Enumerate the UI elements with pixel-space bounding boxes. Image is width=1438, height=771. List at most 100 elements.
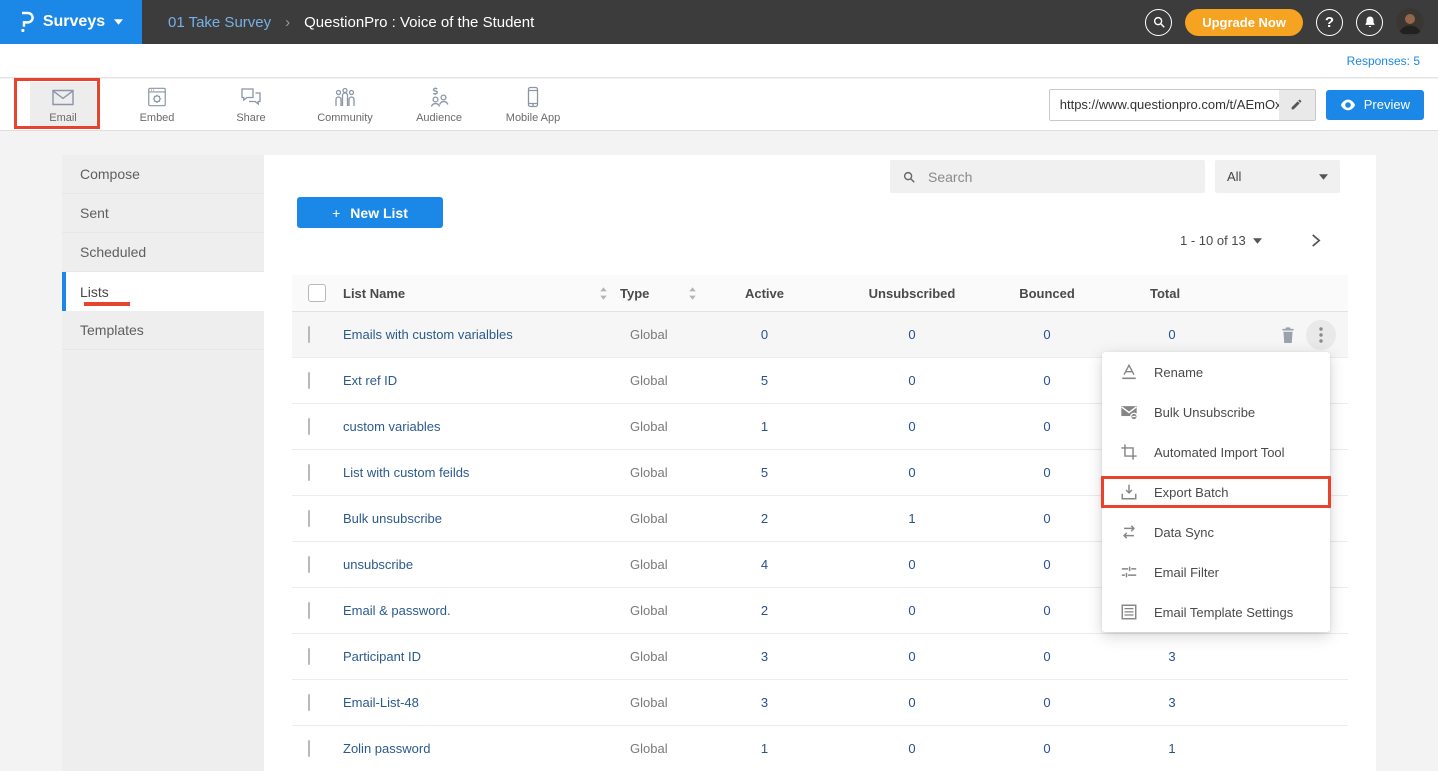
- search-button[interactable]: [1145, 9, 1172, 36]
- context-menu-item[interactable]: Export Batch: [1102, 472, 1330, 512]
- unsubscribed-count[interactable]: 0: [832, 695, 992, 710]
- bounced-count[interactable]: 0: [992, 557, 1102, 572]
- top-bar: Surveys 01 Take Survey › QuestionPro : V…: [0, 0, 1438, 44]
- context-menu-item[interactable]: Automated Import Tool: [1102, 432, 1330, 472]
- list-name-link[interactable]: Email & password.: [343, 603, 608, 618]
- list-name-link[interactable]: Zolin password: [343, 741, 608, 756]
- context-menu-item[interactable]: Rename: [1102, 352, 1330, 392]
- help-button[interactable]: ?: [1316, 9, 1343, 36]
- bounced-count[interactable]: 0: [992, 511, 1102, 526]
- preview-button[interactable]: Preview: [1326, 90, 1424, 120]
- sidebar-item-sent[interactable]: Sent: [62, 194, 264, 233]
- total-count[interactable]: 0: [1102, 327, 1252, 342]
- sidebar-item-scheduled[interactable]: Scheduled: [62, 233, 264, 272]
- bounced-count[interactable]: 0: [992, 419, 1102, 434]
- row-checkbox[interactable]: [308, 418, 310, 435]
- row-checkbox[interactable]: [308, 602, 310, 619]
- active-count[interactable]: 5: [697, 373, 832, 388]
- upgrade-now-button[interactable]: Upgrade Now: [1185, 9, 1303, 36]
- sort-icon[interactable]: [599, 287, 608, 300]
- unsubscribed-count[interactable]: 0: [832, 741, 992, 756]
- column-label: Bounced: [1019, 286, 1075, 301]
- channel-share[interactable]: Share: [218, 82, 284, 128]
- trash-icon[interactable]: [1280, 326, 1296, 344]
- bounced-count[interactable]: 0: [992, 603, 1102, 618]
- user-avatar[interactable]: [1396, 8, 1424, 36]
- search-input[interactable]: [926, 168, 1193, 186]
- unsubscribed-count[interactable]: 0: [832, 603, 992, 618]
- list-name-link[interactable]: Participant ID: [343, 649, 608, 664]
- unsubscribed-count[interactable]: 0: [832, 465, 992, 480]
- bounced-count[interactable]: 0: [992, 695, 1102, 710]
- active-count[interactable]: 5: [697, 465, 832, 480]
- channel-community[interactable]: Community: [312, 82, 378, 128]
- unsubscribed-count[interactable]: 0: [832, 649, 992, 664]
- edit-url-button[interactable]: [1279, 90, 1315, 120]
- bounced-count[interactable]: 0: [992, 373, 1102, 388]
- unsubscribed-count[interactable]: 0: [832, 419, 992, 434]
- sidebar-item-lists[interactable]: Lists: [62, 272, 264, 311]
- list-name-link[interactable]: Email-List-48: [343, 695, 608, 710]
- new-list-button[interactable]: + New List: [297, 197, 443, 228]
- pagination: 1 - 10 of 13: [1180, 233, 1322, 248]
- active-count[interactable]: 0: [697, 327, 832, 342]
- row-checkbox[interactable]: [308, 556, 310, 573]
- bounced-count[interactable]: 0: [992, 465, 1102, 480]
- context-menu-item[interactable]: Data Sync: [1102, 512, 1330, 552]
- bounced-count[interactable]: 0: [992, 741, 1102, 756]
- total-count[interactable]: 3: [1102, 649, 1252, 664]
- survey-url-value[interactable]: https://www.questionpro.com/t/AEmOx2: [1050, 97, 1279, 112]
- list-name-link[interactable]: Bulk unsubscribe: [343, 511, 608, 526]
- context-menu-item[interactable]: Email Filter: [1102, 552, 1330, 592]
- context-menu-item[interactable]: Email Template Settings: [1102, 592, 1330, 632]
- active-count[interactable]: 4: [697, 557, 832, 572]
- questionpro-logo-icon: [19, 11, 34, 33]
- row-checkbox[interactable]: [308, 740, 310, 757]
- list-name-link[interactable]: Ext ref ID: [343, 373, 608, 388]
- unsubscribed-count[interactable]: 1: [832, 511, 992, 526]
- row-checkbox[interactable]: [308, 694, 310, 711]
- list-name-link[interactable]: unsubscribe: [343, 557, 608, 572]
- list-name-link[interactable]: List with custom feilds: [343, 465, 608, 480]
- channel-embed[interactable]: Embed: [124, 82, 190, 128]
- row-checkbox[interactable]: [308, 648, 310, 665]
- breadcrumb-survey-link[interactable]: 01 Take Survey: [168, 14, 271, 31]
- sort-icon[interactable]: [688, 287, 697, 300]
- column-header-type[interactable]: Type: [608, 286, 697, 301]
- sidebar-item-compose[interactable]: Compose: [62, 155, 264, 194]
- row-checkbox[interactable]: [308, 464, 310, 481]
- active-count[interactable]: 3: [697, 649, 832, 664]
- sidebar-item-templates[interactable]: Templates: [62, 311, 264, 350]
- responses-count[interactable]: Responses: 5: [1347, 54, 1420, 68]
- row-checkbox[interactable]: [308, 510, 310, 527]
- active-count[interactable]: 2: [697, 511, 832, 526]
- channel-email[interactable]: Email: [30, 82, 96, 128]
- unsubscribed-count[interactable]: 0: [832, 327, 992, 342]
- channel-mobile-app[interactable]: Mobile App: [500, 82, 566, 128]
- unsubscribed-count[interactable]: 0: [832, 557, 992, 572]
- select-all-checkbox[interactable]: [308, 284, 326, 302]
- unsubscribed-count[interactable]: 0: [832, 373, 992, 388]
- active-count[interactable]: 2: [697, 603, 832, 618]
- notifications-button[interactable]: [1356, 9, 1383, 36]
- context-menu-item[interactable]: Bulk Unsubscribe: [1102, 392, 1330, 432]
- channel-audience[interactable]: Audience: [406, 82, 472, 128]
- more-options-button[interactable]: [1306, 320, 1336, 350]
- active-count[interactable]: 1: [697, 741, 832, 756]
- total-count[interactable]: 3: [1102, 695, 1252, 710]
- pagination-range[interactable]: 1 - 10 of 13: [1180, 233, 1246, 248]
- list-name-link[interactable]: custom variables: [343, 419, 608, 434]
- chevron-right-icon[interactable]: [1309, 233, 1322, 248]
- active-count[interactable]: 3: [697, 695, 832, 710]
- bounced-count[interactable]: 0: [992, 327, 1102, 342]
- row-checkbox[interactable]: [308, 326, 310, 343]
- row-checkbox[interactable]: [308, 372, 310, 389]
- bounced-count[interactable]: 0: [992, 649, 1102, 664]
- product-menu-label[interactable]: Surveys: [43, 13, 105, 31]
- list-filter-dropdown[interactable]: All: [1215, 160, 1340, 193]
- active-count[interactable]: 1: [697, 419, 832, 434]
- total-count[interactable]: 1: [1102, 741, 1252, 756]
- column-header-list-name[interactable]: List Name: [343, 286, 608, 301]
- list-name-link[interactable]: Emails with custom varialbles: [343, 327, 608, 342]
- questionpro-logo-menu[interactable]: Surveys: [0, 0, 142, 44]
